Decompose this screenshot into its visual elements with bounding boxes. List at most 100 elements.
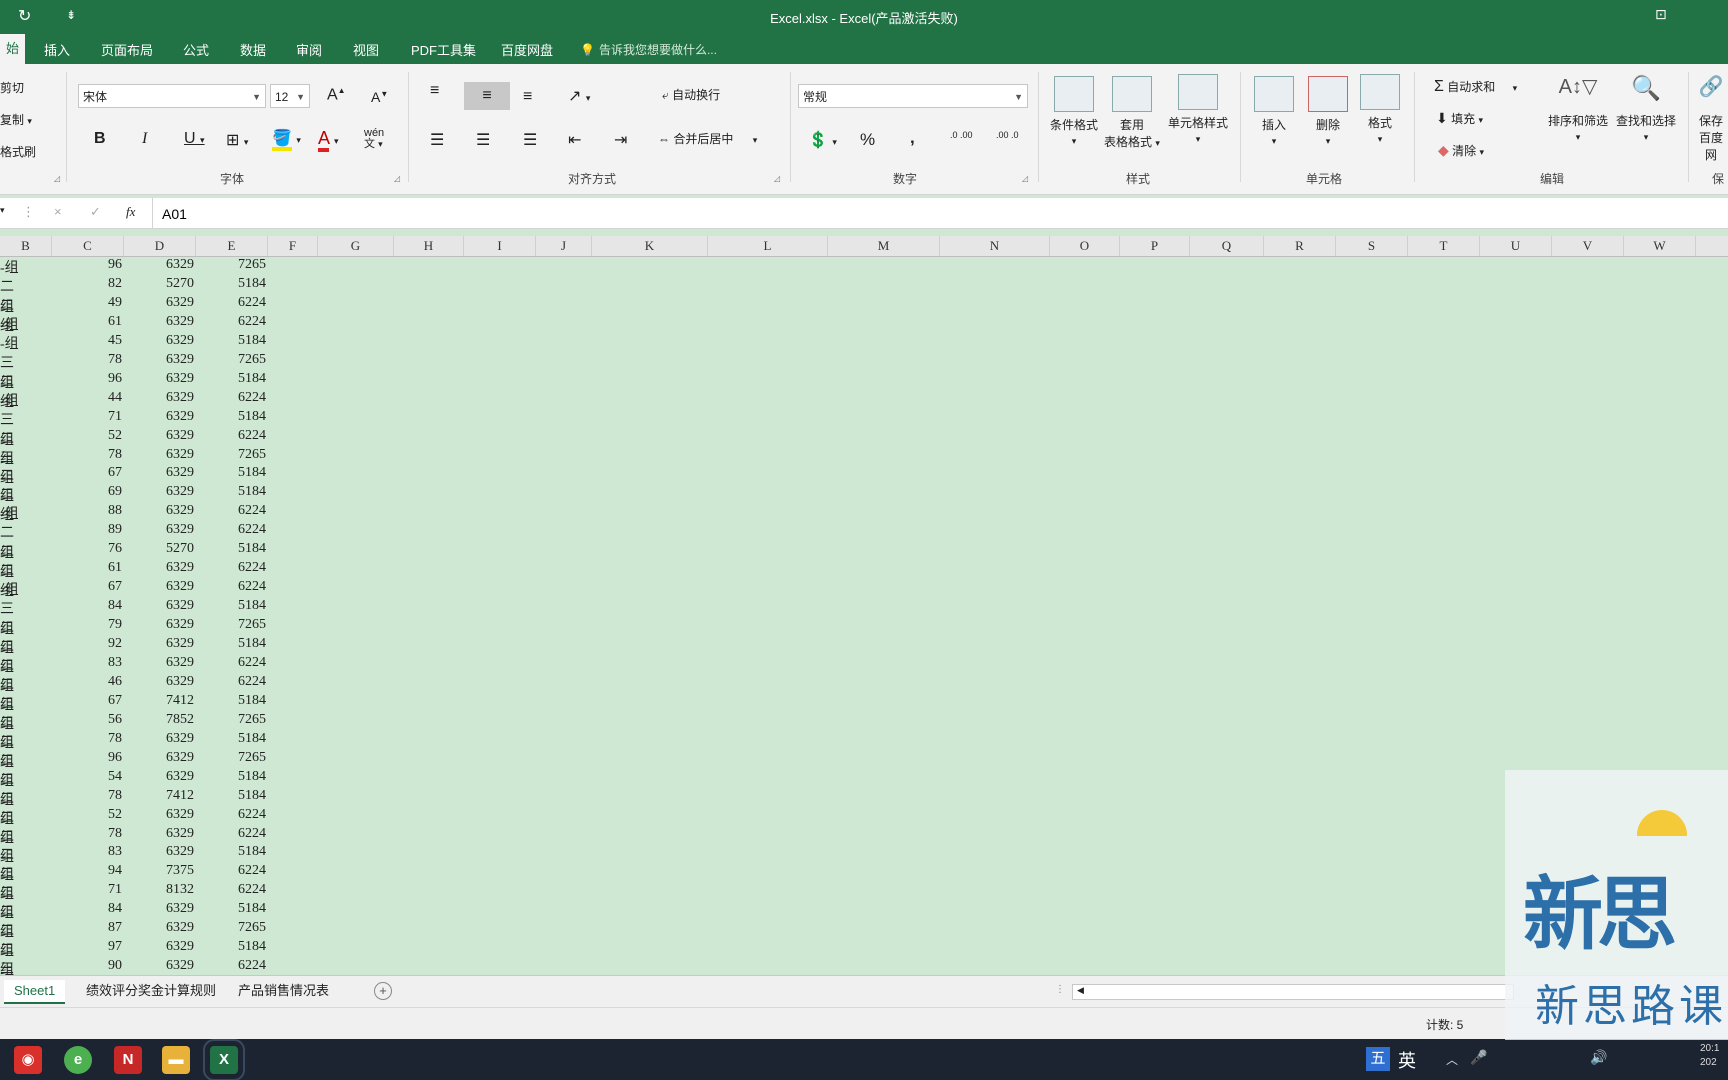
cell-c[interactable]: 71	[60, 409, 122, 425]
cell-c[interactable]: 44	[60, 390, 122, 406]
cell-d[interactable]: 6329	[130, 617, 194, 633]
cell-e[interactable]: 5184	[200, 333, 266, 349]
cell-c[interactable]: 67	[60, 579, 122, 595]
cell-e[interactable]: 7265	[200, 257, 266, 273]
column-header[interactable]: K	[592, 236, 708, 256]
wrap-text-button[interactable]: ⤶ 自动换行	[662, 86, 720, 103]
cell-d[interactable]: 6329	[130, 314, 194, 330]
cell-e[interactable]: 5184	[200, 409, 266, 425]
ime-english-indicator[interactable]: 英	[1398, 1047, 1416, 1073]
cell-d[interactable]: 6329	[130, 257, 194, 273]
tab-view[interactable]: 视图	[353, 40, 379, 59]
column-header[interactable]: F	[268, 236, 318, 256]
cell-e[interactable]: 5184	[200, 788, 266, 804]
cell-e[interactable]: 5184	[200, 484, 266, 500]
cell-c[interactable]: 84	[60, 901, 122, 917]
cell-e[interactable]: 6224	[200, 826, 266, 842]
cell-e[interactable]: 5184	[200, 541, 266, 557]
clear-button[interactable]: ◆ 清除 ▾	[1438, 142, 1484, 159]
cell-e[interactable]: 7265	[200, 617, 266, 633]
cell-c[interactable]: 67	[60, 693, 122, 709]
tab-pdf-tools[interactable]: PDF工具集	[411, 40, 476, 59]
cell-styles-button[interactable]: 单元格样式 ▾	[1166, 74, 1230, 145]
cell-e[interactable]: 5184	[200, 598, 266, 614]
cell-d[interactable]: 6329	[130, 352, 194, 368]
tab-baidu-netdisk[interactable]: 百度网盘	[501, 40, 553, 59]
format-painter-button[interactable]: 格式刷	[0, 143, 36, 160]
delete-cells-button[interactable]: 删除 ▾	[1304, 76, 1352, 147]
cell-c[interactable]: 61	[60, 560, 122, 576]
column-header[interactable]: P	[1120, 236, 1190, 256]
cell-c[interactable]: 78	[60, 731, 122, 747]
cell-b[interactable]: -组	[0, 257, 22, 277]
ribbon-display-icon[interactable]: ⊡	[1655, 6, 1667, 23]
save-to-baidu-button[interactable]: 🔗 保存 百度网	[1694, 74, 1728, 163]
cell-e[interactable]: 6224	[200, 560, 266, 576]
find-select-button[interactable]: 🔍 查找和选择 ▾	[1614, 74, 1678, 143]
cell-e[interactable]: 6224	[200, 314, 266, 330]
cell-c[interactable]: 84	[60, 598, 122, 614]
cell-d[interactable]: 6329	[130, 674, 194, 690]
increase-font-size-button[interactable]: A▲	[327, 86, 346, 104]
cell-d[interactable]: 6329	[130, 333, 194, 349]
cell-d[interactable]: 6329	[130, 598, 194, 614]
cell-e[interactable]: 6224	[200, 674, 266, 690]
format-as-table-button[interactable]: 套用 表格格式 ▾	[1102, 76, 1162, 150]
cell-d[interactable]: 6329	[130, 731, 194, 747]
decrease-font-size-button[interactable]: A▼	[371, 89, 388, 105]
cell-c[interactable]: 71	[60, 882, 122, 898]
clipboard-launcher-icon[interactable]: ◿	[54, 174, 60, 183]
phonetic-guide-button[interactable]: wén 文 ▾	[364, 128, 384, 150]
align-top-icon[interactable]: ≡	[430, 82, 439, 100]
excel-app-icon[interactable]: X	[203, 1039, 245, 1080]
cell-c[interactable]: 90	[60, 958, 122, 974]
bold-button[interactable]: B	[94, 130, 106, 148]
italic-button[interactable]: I	[142, 130, 147, 148]
cell-c[interactable]: 83	[60, 844, 122, 860]
sheet-tab-sheet1[interactable]: Sheet1	[4, 980, 66, 1004]
column-header[interactable]: B	[0, 236, 52, 256]
cell-e[interactable]: 5184	[200, 636, 266, 652]
percent-button[interactable]: %	[860, 130, 875, 150]
font-launcher-icon[interactable]: ◿	[394, 174, 400, 183]
cell-c[interactable]: 69	[60, 484, 122, 500]
align-bottom-icon[interactable]: ≡	[523, 88, 532, 106]
cell-c[interactable]: 52	[60, 428, 122, 444]
cell-d[interactable]: 8132	[130, 882, 194, 898]
cell-d[interactable]: 6329	[130, 522, 194, 538]
enter-button[interactable]: ✓	[90, 204, 101, 220]
sheet-tab-sales[interactable]: 产品销售情况表	[228, 980, 339, 1002]
worksheet-grid[interactable]: -组 96 6329 7265 二组 82 5270 5184 二组 49 6329 6224 -组 61…	[0, 257, 1728, 975]
column-header[interactable]: W	[1624, 236, 1696, 256]
tab-insert[interactable]: 插入	[44, 40, 70, 59]
column-header[interactable]: S	[1336, 236, 1408, 256]
cell-c[interactable]: 78	[60, 447, 122, 463]
column-header[interactable]: D	[124, 236, 196, 256]
cell-e[interactable]: 5184	[200, 844, 266, 860]
underline-button[interactable]: U ▾	[184, 130, 205, 148]
sheet-tab-bonus-rules[interactable]: 绩效评分奖金计算规则	[76, 980, 226, 1002]
cell-d[interactable]: 6329	[130, 484, 194, 500]
cell-b[interactable]: 三组	[0, 958, 22, 975]
fill-color-button[interactable]: 🪣 ▾	[272, 128, 301, 151]
column-header[interactable]: L	[708, 236, 828, 256]
cell-e[interactable]: 6224	[200, 428, 266, 444]
cut-button[interactable]: 剪切	[0, 79, 24, 96]
cell-c[interactable]: 61	[60, 314, 122, 330]
conditional-formatting-button[interactable]: 条件格式 ▾	[1046, 76, 1102, 147]
cell-e[interactable]: 7265	[200, 750, 266, 766]
cell-e[interactable]: 5184	[200, 371, 266, 387]
cell-e[interactable]: 5184	[200, 731, 266, 747]
cell-d[interactable]: 6329	[130, 750, 194, 766]
horizontal-scrollbar[interactable]: ◀	[1072, 984, 1514, 1000]
cell-d[interactable]: 5270	[130, 276, 194, 292]
column-header[interactable]: T	[1408, 236, 1480, 256]
cell-c[interactable]: 82	[60, 276, 122, 292]
cell-e[interactable]: 5184	[200, 276, 266, 292]
column-header[interactable]: R	[1264, 236, 1336, 256]
cell-d[interactable]: 6329	[130, 958, 194, 974]
tab-review[interactable]: 审阅	[296, 40, 322, 59]
formula-input[interactable]	[160, 203, 1564, 225]
decrease-decimal-button[interactable]: .00 .0	[996, 130, 1022, 140]
increase-decimal-button[interactable]: .0 .00	[950, 130, 976, 140]
